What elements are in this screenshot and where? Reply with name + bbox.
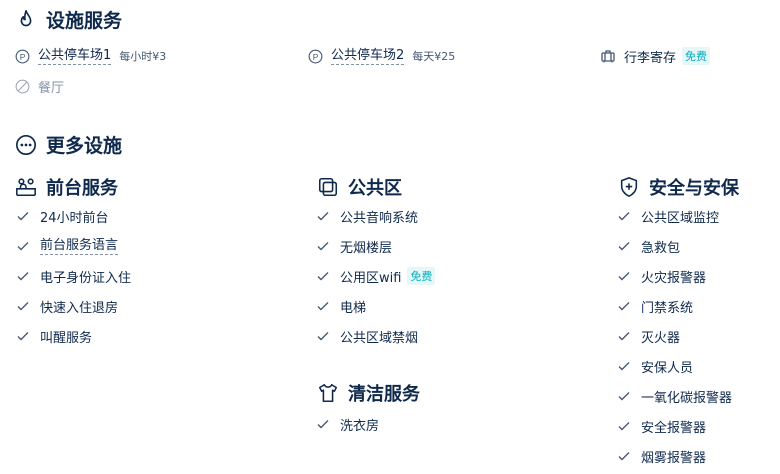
list-item: 快速入住退房 [16,296,118,316]
item-text: 一氧化碳报警器 [641,390,733,406]
facility-restaurant: 餐厅 [14,76,64,96]
more-facilities-title: 更多设施 [14,131,122,158]
list-item: 安全报警器 [617,416,706,436]
item-text: 快速入住退房 [40,300,119,316]
check-icon [617,389,631,403]
list-item: 叫醒服务 [16,326,92,346]
shield-icon [617,175,641,199]
list-item: 24小时前台 [16,206,109,226]
front-desk-icon [14,175,38,199]
facilities-title-text: 设施服务 [46,10,123,32]
item-text: 无烟楼层 [340,240,393,256]
check-icon [617,239,631,253]
item-text: 24小时前台 [40,210,109,226]
group-title-cleaning: 清洁服务 [316,380,420,406]
item-text: 安保人员 [641,360,694,376]
check-icon [617,269,631,283]
list-item: 前台服务语言 [16,236,119,256]
svg-text:P: P [312,51,318,61]
check-icon [316,269,330,283]
facility-name[interactable]: 公共停车场1 [38,48,112,65]
list-item: 无烟楼层 [316,236,392,256]
list-item: 急救包 [617,236,680,256]
check-icon [316,329,330,343]
list-item: 烟雾报警器 [617,446,706,466]
list-item: 公用区wifi 免费 [316,266,436,286]
item-text: 急救包 [641,240,681,256]
group-title-front-desk: 前台服务 [14,174,118,200]
check-icon [316,209,330,223]
item-text: 电梯 [340,300,367,316]
group-title-public-area: 公共区 [316,174,402,200]
item-text: 公用区wifi [340,270,402,286]
facility-parking-2: P 公共停车场2 每天¥25 [307,46,455,66]
check-icon [16,209,30,223]
check-icon [617,359,631,373]
list-item: 电梯 [316,296,366,316]
more-facilities-title-text: 更多设施 [46,135,123,157]
item-text: 公共区域监控 [641,210,720,226]
check-icon [617,299,631,313]
unavailable-icon [14,78,30,94]
group-title-text: 公共区 [348,178,402,199]
list-item: 公共区域禁烟 [316,326,418,346]
check-icon [16,269,30,283]
item-text: 安全报警器 [641,420,707,436]
facility-name[interactable]: 公共停车场2 [331,48,405,65]
more-icon [14,133,38,157]
facility-price: 每小时¥3 [119,50,167,63]
group-title-text: 前台服务 [46,178,118,199]
facility-name: 行李寄存 [624,50,677,66]
check-icon [617,419,631,433]
group-title-text: 安全与安保 [649,178,739,199]
check-icon [316,239,330,253]
facility-price: 每天¥25 [412,50,456,63]
item-text: 洗衣房 [340,418,380,434]
list-item: 公共区域监控 [617,206,719,226]
item-text: 电子身份证入住 [40,270,132,286]
item-text: 火灾报警器 [641,270,707,286]
check-icon [316,299,330,313]
flame-icon [14,8,38,32]
group-title-security: 安全与安保 [617,174,739,200]
item-text: 公共区域禁烟 [340,330,419,346]
facility-name: 餐厅 [38,80,65,96]
list-item: 洗衣房 [316,414,379,434]
check-icon [16,299,30,313]
list-item: 公共音响系统 [316,206,418,226]
facilities-title: 设施服务 [14,6,122,33]
facility-parking-1: P 公共停车场1 每小时¥3 [14,46,166,66]
item-text: 烟雾报警器 [641,450,707,466]
shirt-icon [316,381,340,405]
free-badge: 免费 [682,47,711,65]
list-item: 火灾报警器 [617,266,706,286]
check-icon [617,209,631,223]
check-icon [617,329,631,343]
check-icon [16,329,30,343]
group-title-text: 清洁服务 [348,384,420,405]
svg-text:P: P [19,51,25,61]
facility-luggage: 行李寄存 免费 [600,46,711,66]
item-text: 叫醒服务 [40,330,93,346]
luggage-icon [600,48,616,64]
check-icon [16,239,30,253]
list-item: 门禁系统 [617,296,693,316]
list-item: 安保人员 [617,356,693,376]
list-item: 电子身份证入住 [16,266,131,286]
free-badge: 免费 [407,267,436,285]
public-area-icon [316,175,340,199]
parking-icon: P [14,48,30,64]
check-icon [316,417,330,431]
item-text: 门禁系统 [641,300,694,316]
item-text[interactable]: 前台服务语言 [40,238,119,255]
check-icon [617,449,631,463]
list-item: 灭火器 [617,326,680,346]
item-text: 灭火器 [641,330,681,346]
parking-icon: P [307,48,323,64]
item-text: 公共音响系统 [340,210,419,226]
list-item: 一氧化碳报警器 [617,386,732,406]
